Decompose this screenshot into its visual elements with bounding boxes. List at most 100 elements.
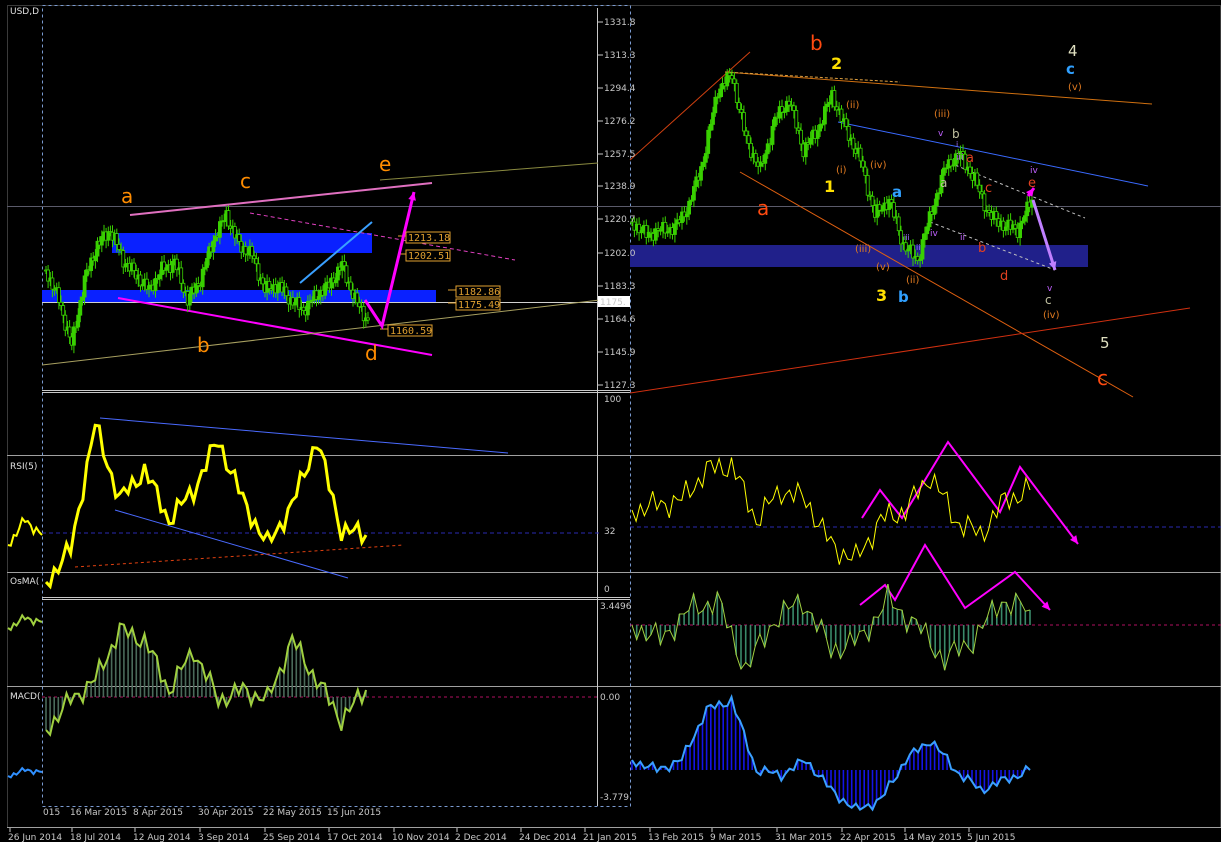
left-candle-body <box>252 255 257 260</box>
main-scale-label: 1331.8 <box>604 18 636 28</box>
right-candle-body <box>925 226 930 235</box>
trading-chart[interactable]: 1213.181202.511182.861175.491160.59aceb d… <box>0 0 1221 842</box>
violet-wave: iii <box>956 153 964 163</box>
grey-small-wave: c <box>1045 293 1052 307</box>
left-wave-e: e <box>379 152 391 176</box>
left-candle-body <box>243 246 248 255</box>
right-candle-body <box>1018 222 1022 239</box>
right-candle-body <box>911 244 915 259</box>
roman-wave: (ii) <box>846 100 859 111</box>
triangle-lower-line <box>117 297 433 356</box>
yellow-wave-2: 2 <box>831 54 842 73</box>
rsi-title: RSI(5) <box>10 462 38 472</box>
main-scale-label: 1257.5 <box>604 150 636 160</box>
right-candle-body <box>742 112 746 132</box>
time-axis-label: 31 Mar 2015 <box>775 833 832 842</box>
time-axis-label: 21 Jan 2015 <box>583 833 637 842</box>
cyan-wave-a: a <box>892 183 902 201</box>
right-candle-body <box>718 88 722 98</box>
main-scale-label: 1164.6 <box>604 315 636 325</box>
symbol-label: USD,D <box>10 7 40 17</box>
lilac-wave: ii <box>916 243 920 252</box>
left-wave-b: b <box>197 333 210 357</box>
main-scale-label: 1145.9 <box>604 348 636 358</box>
left-candle-body <box>117 243 121 250</box>
right-major-c: c <box>1097 366 1108 390</box>
price-tag-1182.86: 1182.86 <box>458 287 500 298</box>
main-scale-label: 1220.7 <box>604 215 636 225</box>
macd-scale-label: -3.779 <box>600 793 629 803</box>
rsi-left-stub <box>7 516 43 547</box>
right-candle-body <box>920 239 925 260</box>
window-frames <box>7 5 1221 828</box>
left-candle-body <box>200 268 205 288</box>
red-small-wave: b <box>978 241 986 256</box>
right-candle-body <box>787 100 791 106</box>
time-axis-label: 18 Jul 2014 <box>70 833 121 842</box>
right-candle-body <box>994 211 999 220</box>
right-major-b: b <box>810 31 823 55</box>
left-candle-body <box>170 260 175 273</box>
left-candle-body <box>80 296 85 301</box>
right-candle-body <box>1013 224 1018 229</box>
right-candle-body <box>713 96 718 114</box>
left-candle-body <box>323 283 328 296</box>
left-candle-body <box>61 305 66 316</box>
left-candle-body <box>50 277 55 290</box>
time-axis-label: 9 Mar 2015 <box>710 833 761 842</box>
left-candle-body <box>181 282 186 293</box>
rsi-scale-label: 32 <box>604 527 615 537</box>
right-candle-body <box>1023 215 1027 222</box>
time-axis-label: 14 May 2015 <box>903 833 962 842</box>
left-candle-body <box>348 281 353 291</box>
right-candle-body <box>692 186 696 201</box>
rsi-scale-label: 100 <box>604 395 621 405</box>
rsi-lower-trend <box>114 509 349 579</box>
price-tag-1202.51: 1202.51 <box>408 251 450 262</box>
main-scale-label: 1294.4 <box>604 84 636 94</box>
time-axis-label: 17 Oct 2014 <box>327 833 383 842</box>
right-candle-body <box>744 130 749 137</box>
right-candle-body <box>977 184 982 193</box>
price-tag-1175.49: 1175.49 <box>458 300 500 311</box>
right-candle-body <box>982 193 987 212</box>
violet-wave: v <box>938 129 944 139</box>
osma-line-overlay <box>45 622 367 737</box>
overlay-time-label: 22 May 2015 <box>263 808 322 818</box>
roman-wave: (i) <box>836 165 847 176</box>
right-candle-body <box>861 160 865 168</box>
right-major-a: a <box>757 196 769 220</box>
roman-wave: (v) <box>876 262 890 273</box>
time-axis-label: 13 Feb 2015 <box>648 833 704 842</box>
right-candle-body <box>753 153 758 163</box>
osma-scale-label: 3.4496 <box>600 602 632 612</box>
right-candle-body <box>815 130 820 139</box>
right-candle-body <box>711 112 715 125</box>
right-candle-body <box>737 102 741 110</box>
red-small-wave: c <box>985 181 992 196</box>
main-scale-label: 1313.3 <box>604 51 636 61</box>
right-candle-body <box>732 78 737 84</box>
right-candle-body <box>803 142 808 158</box>
left-candle-body <box>67 326 72 338</box>
rsi-red-trend <box>74 544 405 568</box>
right-candle-body <box>832 90 837 108</box>
left-candle-body <box>237 234 242 242</box>
left-candle-body <box>205 257 209 268</box>
cyan-wave-b: b <box>898 288 909 306</box>
yellow-wave-1: 1 <box>824 177 835 196</box>
time-axis-label: 24 Dec 2014 <box>519 833 577 842</box>
time-axis-label: 26 Jun 2014 <box>8 833 62 842</box>
grey-small-wave: b <box>952 127 960 141</box>
overlay-time-label: 30 Apr 2015 <box>198 808 254 818</box>
right-candle-body <box>794 110 799 129</box>
right-candle-body <box>851 137 856 150</box>
left-wave-d: d <box>365 341 378 365</box>
left-wave-a: a <box>121 184 133 208</box>
right-candle-body <box>863 166 868 176</box>
right-candle-body <box>870 195 875 207</box>
yellow-wave-3: 3 <box>876 286 887 305</box>
time-axis-label: 25 Sep 2014 <box>263 833 320 842</box>
dashed-top-line <box>724 71 901 83</box>
lilac-wave: i <box>956 140 958 149</box>
